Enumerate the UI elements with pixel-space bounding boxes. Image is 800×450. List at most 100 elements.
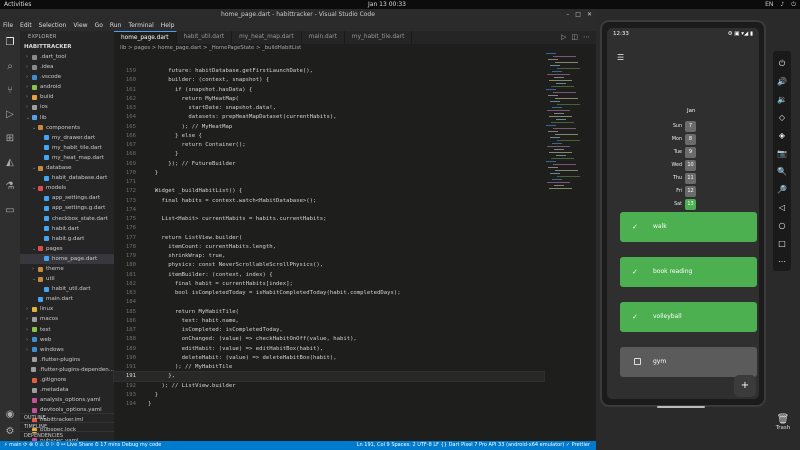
code-line[interactable]: 159 future: habitDatabase.getFirstLaunch… — [114, 67, 544, 76]
habit-tile[interactable]: ✓ walk — [620, 212, 757, 242]
editor-tab[interactable]: habit_util.dart — [177, 31, 233, 44]
menu-item-selection[interactable]: Selection — [39, 20, 67, 31]
code-line[interactable]: 185 return MyHabitTile( — [114, 308, 544, 317]
tree-item[interactable]: app_settings.dart — [20, 193, 114, 203]
code-line[interactable]: 176 — [114, 224, 544, 233]
code-line[interactable]: 166 } else { — [114, 132, 544, 141]
split-editor-icon[interactable]: ◫ — [571, 31, 578, 44]
tree-item[interactable]: ⌄ components — [20, 123, 114, 133]
dependencies-panel[interactable]: DEPENDENCIES — [20, 431, 114, 440]
code-line[interactable]: 187 isCompleted: isCompletedToday, — [114, 326, 544, 335]
code-line[interactable]: 178 itemCount: currentHabits.length, — [114, 243, 544, 252]
check-icon[interactable]: ✓ — [632, 257, 638, 287]
system-clock[interactable]: Jan 13 00:33 — [368, 1, 406, 8]
tree-item[interactable]: my_drawer.dart — [20, 133, 114, 143]
zoom-out-icon[interactable]: 🔎 — [773, 183, 791, 197]
tree-item[interactable]: habit.dart — [20, 224, 114, 234]
rotate-left-icon[interactable]: ◇ — [773, 111, 791, 125]
tree-item[interactable]: home_page.dart — [20, 253, 114, 264]
overview-icon[interactable]: □ — [773, 237, 791, 251]
code-line[interactable]: 162 return MyHeatMap( — [114, 95, 544, 104]
project-root[interactable]: HABITTRACKER — [20, 43, 114, 52]
tree-item[interactable]: › theme — [20, 264, 114, 274]
code-line[interactable]: 194} — [114, 400, 544, 409]
code-line[interactable]: 193 } — [114, 391, 544, 400]
code-editor[interactable]: 159 future: habitDatabase.getFirstLaunch… — [113, 53, 545, 441]
tree-item[interactable]: › macos — [20, 314, 114, 324]
tree-item[interactable]: › build — [20, 92, 114, 102]
tray-item[interactable]: ⏻ — [791, 1, 796, 9]
explorer-icon[interactable]: ❐ — [4, 37, 16, 49]
code-line[interactable]: 190 deleteHabit: (value) => deleteHabitB… — [114, 354, 544, 363]
code-line[interactable]: 192 ); // ListView.builder — [114, 382, 544, 391]
search-icon[interactable]: ⌕ — [4, 61, 16, 73]
close-icon[interactable]: ✕ — [587, 9, 592, 20]
power-icon[interactable]: ⏻ — [773, 57, 791, 71]
check-icon[interactable]: ✓ — [632, 302, 638, 332]
tree-item[interactable]: › .dart_tool — [20, 52, 114, 62]
editor-tab[interactable]: home_page.dart — [114, 31, 177, 44]
tree-item[interactable]: my_habit_tile.dart — [20, 143, 114, 153]
code-line[interactable]: 171 — [114, 178, 544, 187]
code-line[interactable]: 161 if (snapshot.hasData) { — [114, 86, 544, 95]
tree-item[interactable]: analysis_options.yaml — [20, 395, 114, 405]
volume-down-icon[interactable]: 🔉 — [773, 93, 791, 107]
run-debug-icon[interactable]: ▷ — [4, 109, 16, 121]
tree-item[interactable]: ⌄ util — [20, 274, 114, 284]
minimize-icon[interactable]: – — [566, 9, 569, 20]
habit-tile[interactable]: ✓ book reading — [620, 257, 757, 287]
code-line[interactable]: 183 bool isCompletedToday = isHabitCompl… — [114, 289, 544, 298]
run-icon[interactable]: ▷ — [561, 31, 566, 44]
tree-item[interactable]: checkbox_state.dart — [20, 214, 114, 224]
editor-tab[interactable]: main.dart — [302, 31, 345, 44]
code-line[interactable]: 174 — [114, 206, 544, 215]
code-line[interactable]: 181 itemBuilder: (context, index) { — [114, 271, 544, 280]
check-icon[interactable]: ✓ — [632, 212, 638, 242]
outline-panel[interactable]: OUTLINE — [20, 413, 114, 422]
tree-item[interactable]: › linux — [20, 304, 114, 314]
habit-checkbox[interactable] — [634, 358, 641, 365]
activities-button[interactable]: Activities — [4, 1, 31, 8]
menu-item-help[interactable]: Help — [161, 20, 175, 31]
menu-item-file[interactable]: File — [3, 20, 13, 31]
more-actions-icon[interactable]: ⋯ — [583, 31, 590, 44]
code-line[interactable]: 189 editHabit: (value) => editHabitBox(h… — [114, 345, 544, 354]
tree-item[interactable]: › .idea — [20, 62, 114, 72]
camera-icon[interactable]: 📷 — [773, 147, 791, 161]
tree-item[interactable]: my_heat_map.dart — [20, 153, 114, 163]
back-icon[interactable]: ◁ — [773, 201, 791, 215]
code-line[interactable]: 175 List<Habit> currentHabits = habits.c… — [114, 215, 544, 224]
breadcrumb[interactable]: lib > pages > home_page.dart > _HomePage… — [114, 44, 596, 53]
menu-item-go[interactable]: Go — [95, 20, 103, 31]
testing-icon[interactable]: ⚗ — [4, 181, 16, 193]
zoom-in-icon[interactable]: 🔍 — [773, 165, 791, 179]
trash-desktop-icon[interactable]: 🗑 Trash — [772, 414, 794, 431]
tree-item[interactable]: app_settings.g.dart — [20, 203, 114, 213]
maximize-icon[interactable]: □ — [575, 9, 581, 20]
editor-tab[interactable]: my_habit_tile.dart — [345, 31, 413, 44]
flutter-icon[interactable]: ◭ — [4, 157, 16, 169]
code-line[interactable]: 191 ); // MyHabitTile — [114, 363, 544, 372]
habit-tile[interactable]: ✓ volleyball — [620, 302, 757, 332]
menu-item-edit[interactable]: Edit — [20, 20, 32, 31]
code-line[interactable]: 163 startDate: snapshot.data!, — [114, 104, 544, 113]
code-line[interactable]: 177 return ListView.builder( — [114, 234, 544, 243]
source-control-icon[interactable]: ⑂ — [4, 85, 16, 97]
rotate-right-icon[interactable]: ◈ — [773, 129, 791, 143]
code-line[interactable]: 188 onChanged: (value) => checkHabitOnOf… — [114, 335, 544, 344]
tree-item[interactable]: main.dart — [20, 294, 114, 304]
code-line[interactable]: 169 }); // FutureBuilder — [114, 160, 544, 169]
hamburger-menu-icon[interactable]: ☰ — [617, 53, 624, 62]
code-line[interactable]: 168 } — [114, 150, 544, 159]
account-icon[interactable]: ◉ — [4, 409, 16, 421]
tray-item[interactable]: ♪ — [780, 1, 784, 9]
tree-item[interactable]: › web — [20, 335, 114, 345]
code-line[interactable]: 179 shrinkWrap: true, — [114, 252, 544, 261]
tree-item[interactable]: .flutter-plugins — [20, 355, 114, 365]
tree-item[interactable]: › test — [20, 325, 114, 335]
code-line[interactable]: 191 }, — [113, 371, 545, 383]
tree-item[interactable]: habit.g.dart — [20, 234, 114, 244]
tree-item[interactable]: ⌄ lib — [20, 113, 114, 123]
tree-item[interactable]: › android — [20, 82, 114, 92]
phone-home-indicator[interactable] — [657, 406, 705, 408]
